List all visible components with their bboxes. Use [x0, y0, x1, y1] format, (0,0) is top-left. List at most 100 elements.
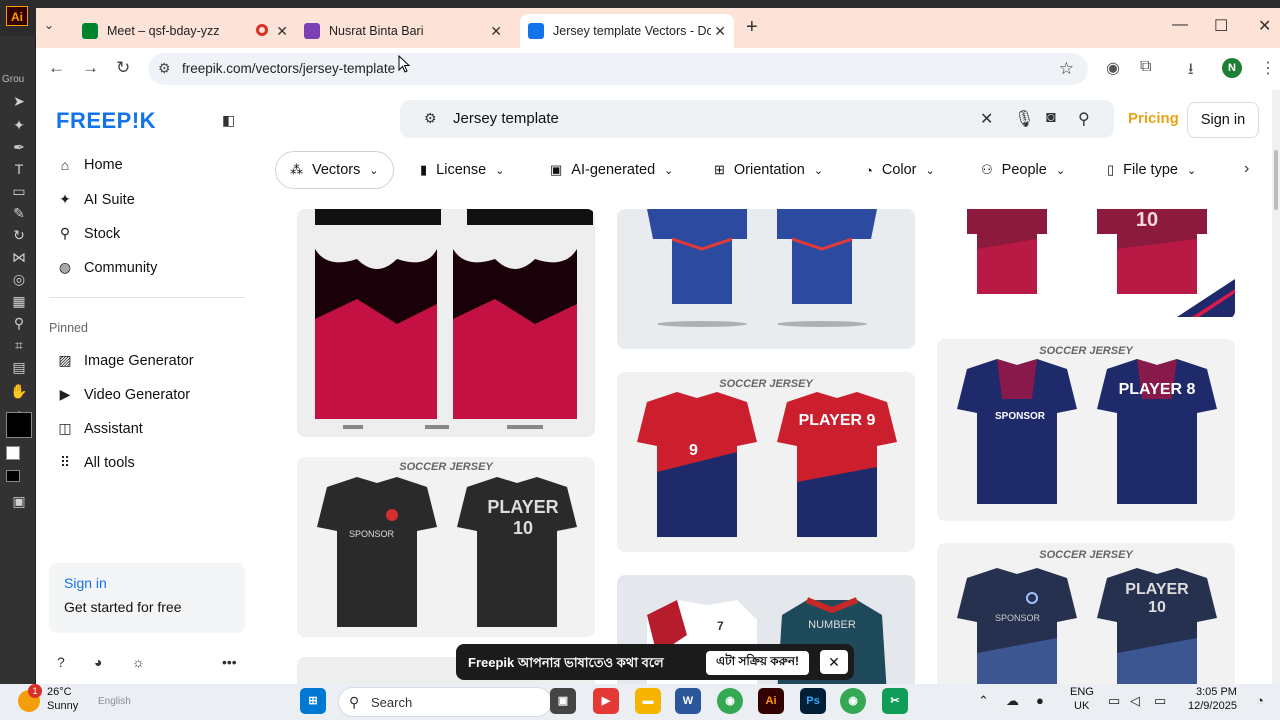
reload-icon[interactable]: ↻	[116, 58, 130, 78]
sidebar-item-community[interactable]: ◍ Community	[56, 259, 157, 276]
task-view-icon[interactable]: ▣	[550, 688, 576, 714]
filter-people[interactable]: ⚇ People ⌄	[981, 151, 1065, 189]
result-card[interactable]: 10	[937, 209, 1235, 319]
tab-search-icon[interactable]: ⌄	[44, 18, 54, 32]
minimize-icon[interactable]: —	[1172, 16, 1188, 34]
back-icon[interactable]: ←	[48, 58, 65, 78]
network-icon[interactable]: ▭	[1108, 693, 1120, 709]
draw-mode-icon[interactable]	[6, 470, 20, 482]
clock-time[interactable]: 3:05 PM	[1196, 686, 1237, 698]
magic-wand-icon[interactable]: ✦	[9, 116, 29, 134]
search-bar[interactable]: ⚙ Jersey template ✕ 🎙︎ ◙ ⚲	[400, 100, 1114, 138]
stroke-swatch[interactable]	[6, 446, 20, 460]
hand-tool-icon[interactable]: ✋	[9, 382, 29, 400]
chrome-profile-icon[interactable]: ◉	[840, 688, 866, 714]
toast-close-icon[interactable]: ✕	[820, 650, 848, 674]
scrollbar-thumb[interactable]	[1274, 150, 1278, 210]
sidebar-item-image-generator[interactable]: ▨ Image Generator	[56, 352, 193, 369]
battery-icon[interactable]: ▭	[1154, 693, 1166, 709]
start-windows-icon[interactable]: ⊞	[300, 688, 326, 714]
result-card[interactable]	[297, 209, 595, 437]
snipping-tool-icon[interactable]: ✂	[882, 688, 908, 714]
graph-tool-icon[interactable]: ▦	[9, 292, 29, 310]
pen-tool-icon[interactable]: ✒	[9, 138, 29, 156]
close-tab-icon[interactable]: ✕	[276, 23, 288, 40]
result-card[interactable]: SOCCER JERSEY SPONSOR PLAYER 10	[297, 457, 595, 637]
menu-kebab-icon[interactable]: ⋮	[1260, 58, 1276, 78]
pricing-link[interactable]: Pricing	[1128, 110, 1179, 127]
fill-swatch[interactable]	[6, 412, 32, 438]
freepik-logo[interactable]: FREEP!K	[56, 108, 156, 134]
result-card[interactable]: SOCCER JERSEY SPONSOR PLAYER 8	[937, 339, 1235, 521]
file-explorer-icon[interactable]: ▬	[635, 688, 661, 714]
bookmark-star-icon[interactable]: ☆	[1059, 59, 1074, 79]
photoshop-icon[interactable]: Ps	[800, 688, 826, 714]
profile-avatar[interactable]: N	[1222, 58, 1242, 78]
filter-color[interactable]: ◔ Color ⌄	[865, 151, 935, 189]
sidebar-item-stock[interactable]: ⚲ Stock	[56, 225, 120, 242]
taskbar-search[interactable]: ⚲ Search	[338, 687, 552, 717]
filter-file-type[interactable]: ▯ File type ⌄	[1107, 151, 1196, 189]
filter-ai-generated[interactable]: ▣ AI-generated ⌄	[550, 151, 673, 189]
camera-search-icon[interactable]: ◙	[1046, 109, 1056, 127]
theme-sun-icon[interactable]: ☼	[132, 654, 145, 670]
more-icon[interactable]: •••	[222, 654, 237, 670]
filter-vectors[interactable]: ⁂ Vectors ⌄	[275, 151, 394, 189]
sign-in-button[interactable]: Sign in	[1187, 102, 1259, 138]
screen-mode-icon[interactable]: ▣	[9, 492, 29, 510]
sidebar-item-assistant[interactable]: ◫ Assistant	[56, 420, 142, 437]
brush-tool-icon[interactable]: ✎	[9, 204, 29, 222]
sidebar-toggle-icon[interactable]: ◧	[222, 112, 235, 129]
sidebar-item-home[interactable]: ⌂ Home	[56, 157, 123, 173]
extensions-icon[interactable]: ⧉	[1140, 58, 1151, 76]
language-indicator[interactable]: ENG	[1070, 686, 1094, 698]
search-input[interactable]: Jersey template	[453, 110, 559, 127]
toast-enable-button[interactable]: এটা সক্রিয় করুন!	[706, 651, 810, 675]
filter-orientation[interactable]: ⊞ Orientation ⌄	[714, 151, 823, 189]
shape-builder-icon[interactable]: ◎	[9, 270, 29, 288]
close-tab-icon[interactable]: ✕	[714, 23, 726, 40]
youtube-icon[interactable]: ▶	[593, 688, 619, 714]
search-icon[interactable]: ⚲	[1078, 109, 1090, 129]
clear-icon[interactable]: ✕	[980, 109, 993, 129]
clock-date[interactable]: 12/9/2025	[1188, 700, 1237, 712]
close-window-icon[interactable]: ✕	[1258, 16, 1271, 36]
weather-temp[interactable]: 26°C	[47, 686, 72, 698]
slice-tool-icon[interactable]: ⌗	[9, 336, 29, 354]
illustrator-logo[interactable]: Ai	[6, 6, 28, 26]
rectangle-tool-icon[interactable]: ▭	[9, 182, 29, 200]
width-tool-icon[interactable]: ⋈	[9, 248, 29, 266]
camera-icon[interactable]: ◉	[1106, 58, 1120, 78]
notifications-icon[interactable]: ◔	[1256, 693, 1264, 708]
new-tab-icon[interactable]: +	[746, 16, 758, 39]
microphone-icon[interactable]: 🎙︎	[1014, 109, 1034, 129]
sidebar-item-video-generator[interactable]: ▶ Video Generator	[56, 386, 191, 403]
artboard-tool-icon[interactable]: ▤	[9, 358, 29, 376]
microphone-icon[interactable]: ●	[1036, 693, 1044, 708]
url-text[interactable]: freepik.com/vectors/jersey-template	[182, 61, 395, 76]
download-icon[interactable]: ⭳	[1188, 58, 1194, 85]
volume-icon[interactable]: ◁	[1130, 693, 1140, 709]
chrome-icon[interactable]: ◉	[717, 688, 743, 714]
rotate-tool-icon[interactable]: ↻	[9, 226, 29, 244]
maximize-icon[interactable]: ☐	[1214, 16, 1228, 36]
result-card[interactable]	[617, 209, 915, 349]
selection-tool-icon[interactable]: ➤	[9, 92, 29, 110]
omnibox[interactable]: ⚙ freepik.com/vectors/jersey-template ☆	[148, 53, 1088, 85]
word-icon[interactable]: W	[675, 688, 701, 714]
filter-license[interactable]: ▮ License ⌄	[420, 151, 504, 189]
chevron-right-icon[interactable]: ›	[1244, 160, 1249, 178]
keyboard-layout[interactable]: UK	[1074, 700, 1089, 712]
close-tab-icon[interactable]: ✕	[490, 23, 502, 40]
weather-condition[interactable]: Sunny	[47, 700, 78, 712]
forward-icon[interactable]: →	[82, 58, 99, 78]
filter-icon[interactable]: ⚙	[424, 110, 437, 127]
tray-overflow-icon[interactable]: ⌃	[978, 693, 989, 709]
signin-link[interactable]: Sign in	[64, 575, 107, 591]
site-info-icon[interactable]: ⚙	[158, 60, 171, 77]
result-card[interactable]: SOCCER JERSEY 9 PLAYER 9	[617, 372, 915, 552]
result-card[interactable]: SOCCER JERSEY SPONSOR PLAYER 10	[937, 543, 1235, 684]
tab-freepik[interactable]: Jersey template Vectors - Down ✕	[520, 14, 734, 48]
type-tool-icon[interactable]: T	[9, 160, 29, 178]
illustrator-icon[interactable]: Ai	[758, 688, 784, 714]
